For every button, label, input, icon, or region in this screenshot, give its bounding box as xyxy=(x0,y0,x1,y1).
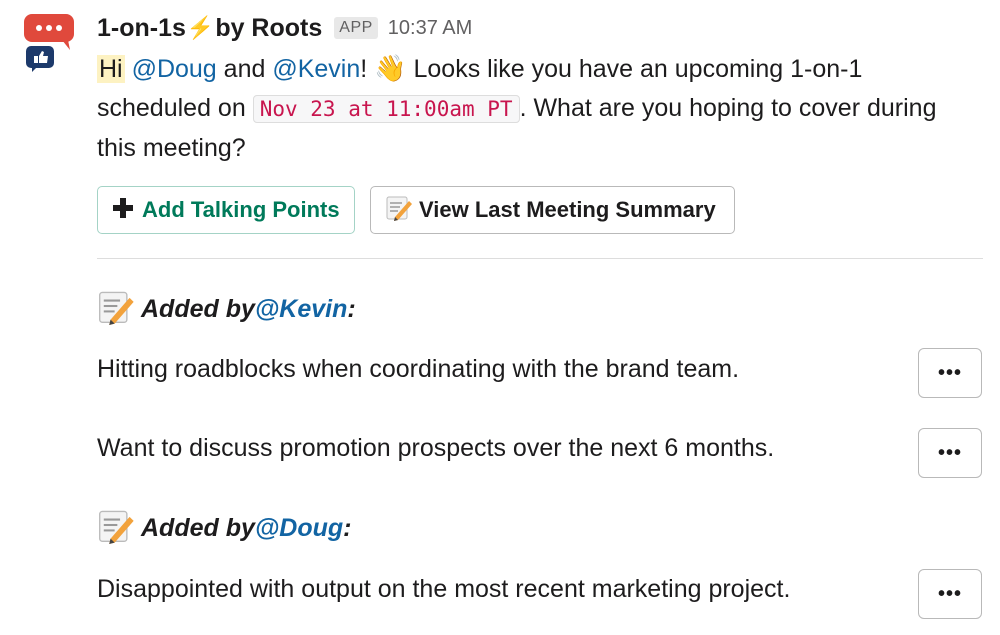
greeting-highlight: Hi xyxy=(97,55,125,83)
talking-point-item: Disappointed with output on the most rec… xyxy=(97,575,791,603)
memo-icon xyxy=(385,193,413,227)
view-last-meeting-summary-button[interactable]: View Last Meeting Summary xyxy=(370,186,735,234)
speech-bubbles-icon xyxy=(24,14,74,72)
more-icon: ••• xyxy=(937,361,962,384)
talking-point-item: Want to discuss promotion prospects over… xyxy=(97,434,775,462)
more-options-button[interactable]: ••• xyxy=(918,428,982,478)
message-timestamp[interactable]: 10:37 AM xyxy=(388,17,473,40)
meeting-date-code: Nov 23 at 11:00am PT xyxy=(252,95,520,123)
message-header: 1-on-1s ⚡ by Roots APP 10:37 AM xyxy=(97,12,472,44)
more-options-button[interactable]: ••• xyxy=(918,569,982,619)
app-name[interactable]: 1-on-1s xyxy=(97,14,186,43)
mention-doug[interactable]: @Doug xyxy=(255,514,343,543)
more-options-button[interactable]: ••• xyxy=(918,348,982,398)
and-text: and xyxy=(216,55,273,83)
view-summary-label: View Last Meeting Summary xyxy=(419,197,716,222)
added-by-kevin-heading: Added by @Kevin: xyxy=(97,289,356,329)
exclaim-text: ! xyxy=(360,55,375,83)
lightning-icon: ⚡ xyxy=(186,15,215,40)
more-icon: ••• xyxy=(937,441,962,464)
message-body: Hi @Doug and @Kevin! 👋 Looks like you ha… xyxy=(97,49,957,168)
more-icon: ••• xyxy=(937,582,962,605)
memo-icon xyxy=(97,506,135,551)
added-by-label: Added by xyxy=(141,294,255,323)
app-avatar[interactable] xyxy=(22,12,78,72)
app-badge: APP xyxy=(334,17,378,39)
mention-kevin[interactable]: @Kevin xyxy=(255,295,347,324)
add-talking-points-button[interactable]: Add Talking Points xyxy=(97,186,355,234)
mention-kevin[interactable]: @Kevin xyxy=(272,55,360,83)
added-by-label: Added by xyxy=(141,513,255,542)
added-by-doug-heading: Added by @Doug: xyxy=(97,508,351,548)
plus-icon xyxy=(112,195,134,226)
wave-emoji: 👋 xyxy=(374,53,407,83)
memo-icon xyxy=(97,287,135,332)
add-talking-points-label: Add Talking Points xyxy=(142,197,340,222)
colon: : xyxy=(347,294,356,323)
app-name-suffix[interactable]: by Roots xyxy=(215,14,322,43)
mention-doug[interactable]: @Doug xyxy=(132,55,217,83)
talking-point-item: Hitting roadblocks when coordinating wit… xyxy=(97,355,740,383)
divider xyxy=(97,258,983,259)
colon: : xyxy=(343,513,352,542)
